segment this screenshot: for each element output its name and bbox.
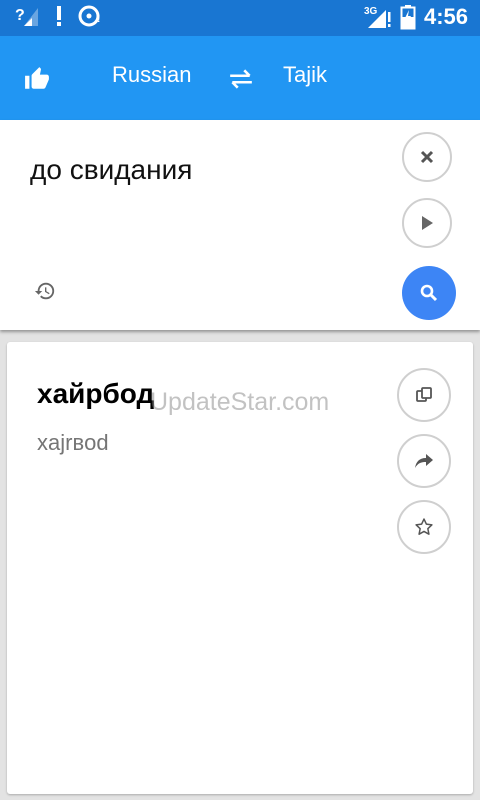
search-icon xyxy=(420,284,438,302)
copy-button[interactable] xyxy=(397,368,451,422)
search-button[interactable] xyxy=(402,266,456,320)
copy-icon xyxy=(416,387,432,402)
alert-icon xyxy=(57,6,61,26)
transliteration-text: xajrвod xyxy=(37,430,109,455)
input-panel: до свидания xyxy=(0,120,480,330)
close-icon xyxy=(420,150,434,164)
source-language-selector[interactable]: Russian xyxy=(112,62,191,88)
battery-icon xyxy=(400,5,416,30)
app-bar: Russian Tajik xyxy=(0,36,480,120)
clock: 4:56 xyxy=(423,4,468,29)
play-button[interactable] xyxy=(402,198,452,248)
source-text-input[interactable]: до свидания xyxy=(30,154,192,186)
status-bar: ? ! 3G 4:56 xyxy=(0,0,480,36)
target-language-selector[interactable]: Tajik xyxy=(283,62,327,88)
thumbs-up-icon[interactable] xyxy=(24,66,50,92)
signal-unknown-icon: ? xyxy=(15,7,38,26)
disc-sync-icon: ! xyxy=(78,5,100,27)
favorite-button[interactable] xyxy=(397,500,451,554)
watermark: UpdateStar.com xyxy=(150,388,330,416)
translation-text: хайрбод xyxy=(37,378,155,409)
cell-signal-icon: 3G xyxy=(364,6,391,28)
svg-text:3G: 3G xyxy=(364,6,378,17)
clear-button[interactable] xyxy=(402,132,452,182)
svg-text:?: ? xyxy=(15,7,25,24)
share-button[interactable] xyxy=(397,434,451,488)
play-icon xyxy=(422,216,433,230)
star-icon xyxy=(415,518,433,535)
share-icon xyxy=(415,454,433,468)
history-icon[interactable] xyxy=(34,280,56,302)
swap-arrows-icon[interactable] xyxy=(228,66,254,92)
svg-text:!: ! xyxy=(97,14,100,25)
